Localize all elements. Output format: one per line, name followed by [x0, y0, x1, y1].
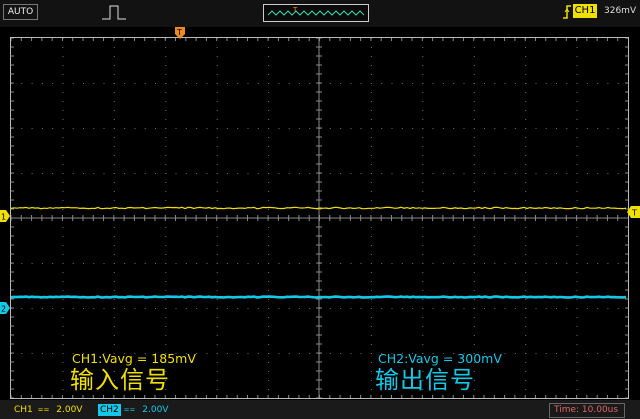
- ch2-waveform-trace: [11, 295, 627, 299]
- waveform-position-window[interactable]: T: [263, 4, 369, 22]
- trigger-level-marker[interactable]: T: [627, 206, 640, 218]
- ch2-scale-readout[interactable]: CH2 == 2.00V: [98, 404, 168, 416]
- trigger-edge-icon: [563, 5, 571, 19]
- ch1-coupling-icon: ==: [37, 406, 50, 414]
- acquisition-mode-button[interactable]: AUTO: [3, 4, 38, 20]
- trigger-level-marker-label: T: [631, 209, 637, 218]
- bottom-status-bar: [0, 400, 640, 419]
- top-status-bar: AUTO T CH1 326mV: [0, 0, 640, 27]
- ch1-volts-per-div: 2.00V: [56, 405, 83, 415]
- trigger-level-readout: 326mV: [604, 6, 637, 16]
- ch2-signal-label: 输出信号: [375, 366, 475, 394]
- ch1-scale-readout[interactable]: CH1 == 2.00V: [12, 404, 82, 416]
- trigger-channel-badge[interactable]: CH1: [573, 4, 597, 18]
- waveform-display[interactable]: [10, 37, 629, 399]
- ch1-name: CH1: [14, 405, 33, 415]
- ch1-waveform-trace: [11, 206, 627, 210]
- ch2-name: CH2: [98, 404, 121, 416]
- trigger-position-label: T: [176, 28, 182, 37]
- timebase-readout[interactable]: Time: 10.00us: [549, 403, 625, 418]
- ch2-ground-marker[interactable]: 2: [0, 302, 10, 314]
- ch1-ground-marker[interactable]: 1: [0, 210, 10, 222]
- ch2-coupling-icon: ==: [123, 406, 136, 414]
- ch2-marker-label: 2: [1, 305, 6, 314]
- ch2-average-measurement: CH2:Vavg = 300mV: [378, 351, 502, 366]
- ch2-volts-per-div: 2.00V: [142, 405, 169, 415]
- ch1-signal-label: 输入信号: [70, 366, 170, 394]
- trigger-position-marker[interactable]: T: [174, 26, 186, 40]
- pulse-waveform-icon: [102, 5, 126, 20]
- ch1-average-measurement: CH1:Vavg = 185mV: [72, 351, 196, 366]
- ch1-marker-label: 1: [1, 213, 6, 222]
- window-trigger-label: T: [292, 6, 298, 14]
- trace-layer: [11, 206, 627, 299]
- window-waveform-icon: T: [267, 6, 365, 16]
